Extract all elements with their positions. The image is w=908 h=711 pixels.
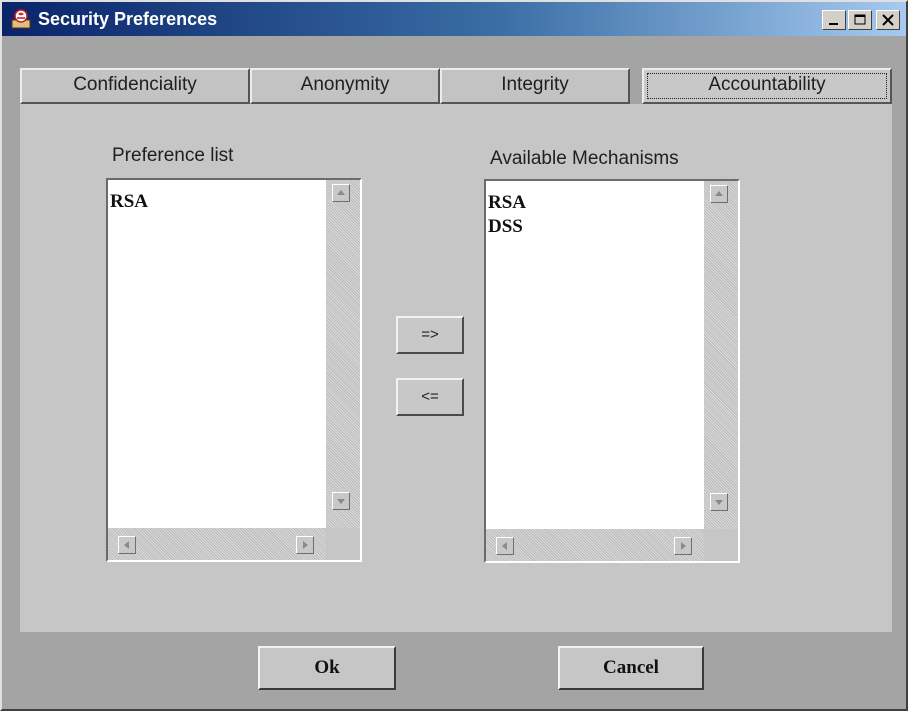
scroll-down-button[interactable] <box>710 493 728 511</box>
arrow-right-icon <box>303 541 308 549</box>
scroll-down-button[interactable] <box>332 492 350 510</box>
list-item[interactable]: RSA <box>488 191 704 215</box>
scroll-left-button[interactable] <box>118 536 136 554</box>
vertical-scrollbar[interactable] <box>704 181 738 529</box>
title-bar[interactable]: Security Preferences <box>2 2 906 36</box>
accountability-panel: Preference list Available Mechanisms RSA <box>20 104 892 632</box>
list-item[interactable]: RSA <box>110 190 326 214</box>
scroll-left-button[interactable] <box>496 537 514 555</box>
arrow-down-icon <box>715 500 723 505</box>
horizontal-scrollbar[interactable] <box>486 529 704 561</box>
ok-button[interactable]: Ok <box>258 646 396 690</box>
preference-list-label: Preference list <box>112 145 234 166</box>
arrow-up-icon <box>337 190 345 195</box>
available-mechanisms-listbox[interactable]: RSA DSS <box>484 179 740 563</box>
tab-anonymity[interactable]: Anonymity <box>250 68 440 104</box>
scroll-up-button[interactable] <box>332 184 350 202</box>
scrollbar-corner <box>326 528 360 560</box>
cancel-button[interactable]: Cancel <box>558 646 704 690</box>
maximize-icon <box>854 14 866 25</box>
preference-listbox[interactable]: RSA <box>106 178 362 562</box>
tab-bar: Confidenciality Anonymity Integrity Acco… <box>20 68 892 104</box>
vertical-scrollbar[interactable] <box>326 180 360 528</box>
scrollbar-corner <box>704 529 738 561</box>
dialog-button-bar: Ok Cancel <box>2 632 906 709</box>
close-icon <box>882 14 894 26</box>
tab-label: Integrity <box>501 74 569 95</box>
tab-accountability[interactable]: Accountability <box>642 68 892 104</box>
close-button[interactable] <box>876 10 900 30</box>
arrow-right-icon <box>681 542 686 550</box>
focus-ring <box>647 73 887 99</box>
arrow-down-icon <box>337 499 345 504</box>
window-title: Security Preferences <box>38 9 218 29</box>
horizontal-scrollbar[interactable] <box>108 528 326 560</box>
tab-label: Confidenciality <box>73 74 197 95</box>
tab-integrity[interactable]: Integrity <box>440 68 630 104</box>
list-item[interactable]: DSS <box>488 215 704 239</box>
scroll-right-button[interactable] <box>674 537 692 555</box>
maximize-button[interactable] <box>848 10 872 30</box>
arrow-up-icon <box>715 191 723 196</box>
arrow-left-icon <box>502 542 507 550</box>
scroll-up-button[interactable] <box>710 185 728 203</box>
tab-confidenciality[interactable]: Confidenciality <box>20 68 250 104</box>
tab-label: Anonymity <box>300 74 390 95</box>
available-mechanisms-label: Available Mechanisms <box>490 148 679 169</box>
minimize-button[interactable] <box>822 10 846 30</box>
arrow-left-icon <box>124 541 129 549</box>
app-icon <box>10 8 32 30</box>
remove-from-preferences-button[interactable]: <= <box>396 378 464 416</box>
security-preferences-window: Security Preferences Confidenciality Ano… <box>0 0 908 711</box>
scroll-right-button[interactable] <box>296 536 314 554</box>
available-mechanisms-content[interactable]: RSA DSS <box>486 181 704 529</box>
minimize-icon <box>829 23 838 25</box>
add-to-preferences-button[interactable]: => <box>396 316 464 354</box>
preference-list-content[interactable]: RSA <box>108 180 326 528</box>
